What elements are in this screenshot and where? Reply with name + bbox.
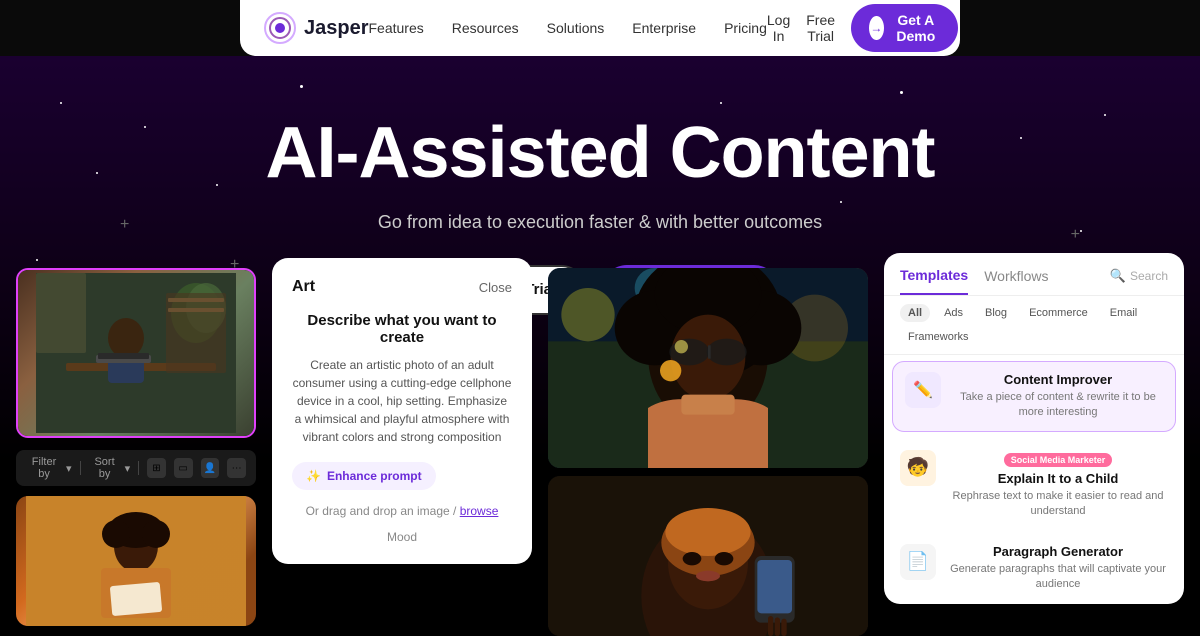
- free-trial-nav-button[interactable]: Free Trial: [806, 12, 835, 44]
- arrow-icon: →: [869, 16, 884, 40]
- center-photo-woman-phone: [548, 476, 868, 636]
- photo-toolbar: Filter by ▾ Sort by ▾ ⊞ ▭ 👤 ⋯: [16, 450, 256, 486]
- search-area[interactable]: 🔍 Search: [1110, 268, 1168, 294]
- filter-all[interactable]: All: [900, 304, 930, 322]
- center-photos: [548, 268, 868, 636]
- logo-text: Jasper: [304, 17, 369, 40]
- template-content-improver[interactable]: ✏️ Content Improver Take a piece of cont…: [892, 361, 1176, 432]
- drag-drop-area[interactable]: Or drag and drop an image / browse: [292, 504, 512, 518]
- tab-workflows[interactable]: Workflows: [984, 268, 1048, 294]
- stock-column: Filter by ▾ Sort by ▾ ⊞ ▭ 👤 ⋯: [16, 268, 256, 626]
- get-demo-nav-button[interactable]: → Get A Demo: [851, 4, 958, 52]
- stock-photo-man: [16, 268, 256, 438]
- login-button[interactable]: Log In: [767, 12, 790, 44]
- template-explain-child-text: Social Media Marketer Explain It to a Ch…: [948, 450, 1168, 520]
- filter-blog[interactable]: Blog: [977, 304, 1015, 322]
- navbar-actions: Log In Free Trial → Get A Demo: [767, 4, 958, 52]
- art-prompt-label: Describe what you want to create: [292, 312, 512, 346]
- art-card: Art Close Describe what you want to crea…: [272, 258, 532, 564]
- nav-solutions[interactable]: Solutions: [547, 20, 605, 36]
- stock-photo-woman: [16, 496, 256, 626]
- enhance-prompt-button[interactable]: ✨ Enhance prompt: [292, 462, 436, 490]
- nav-enterprise[interactable]: Enterprise: [632, 20, 696, 36]
- filter-by-btn[interactable]: Filter by ▾: [26, 456, 72, 480]
- templates-panel: Templates Workflows 🔍 Search All Ads Blo…: [884, 253, 1184, 604]
- social-media-badge: Social Media Marketer: [1004, 453, 1113, 467]
- tab-templates[interactable]: Templates: [900, 267, 968, 295]
- templates-header: Templates Workflows 🔍 Search: [884, 253, 1184, 296]
- user-icon[interactable]: 👤: [201, 458, 220, 478]
- art-card-header: Art Close: [292, 278, 512, 296]
- paragraph-template-icon: 📄: [900, 544, 936, 580]
- search-icon: 🔍: [1110, 268, 1126, 284]
- sort-by-btn[interactable]: Sort by ▾: [89, 456, 131, 480]
- art-prompt-text: Create an artistic photo of an adult con…: [292, 356, 512, 446]
- logo[interactable]: Jasper: [264, 12, 369, 44]
- template-paragraph-text: Paragraph Generator Generate paragraphs …: [948, 544, 1168, 593]
- center-photo-woman-afro: [548, 268, 868, 468]
- cards-row: Filter by ▾ Sort by ▾ ⊞ ▭ 👤 ⋯: [0, 268, 1200, 636]
- hero-title: AI-Assisted Content: [0, 116, 1200, 192]
- filter-frameworks[interactable]: Frameworks: [900, 328, 977, 346]
- browse-link[interactable]: browse: [460, 504, 499, 518]
- filter-email[interactable]: Email: [1102, 304, 1146, 322]
- hero-section: + + + + + + AI-Assisted Content Go from …: [0, 56, 1200, 636]
- toolbar-divider-1: [80, 461, 81, 475]
- filter-ecommerce[interactable]: Ecommerce: [1021, 304, 1096, 322]
- more-icon[interactable]: ⋯: [227, 458, 246, 478]
- wand-template-icon: ✏️: [905, 372, 941, 408]
- navbar-links: Features Resources Solutions Enterprise …: [369, 20, 767, 36]
- nav-resources[interactable]: Resources: [452, 20, 519, 36]
- calendar-icon[interactable]: ▭: [174, 458, 193, 478]
- wand-icon: ✨: [306, 469, 321, 483]
- art-card-title: Art: [292, 278, 315, 296]
- grid-icon[interactable]: ⊞: [147, 458, 166, 478]
- child-template-icon: 🧒: [900, 450, 936, 486]
- template-content-improver-text: Content Improver Take a piece of content…: [953, 372, 1163, 421]
- art-card-mood-label: Mood: [292, 530, 512, 544]
- stock-photo-woman-img: [16, 496, 256, 626]
- toolbar-divider-2: [138, 461, 139, 475]
- navbar: Jasper Features Resources Solutions Ente…: [240, 0, 960, 56]
- hero-subtitle: Go from idea to execution faster & with …: [0, 212, 1200, 233]
- template-paragraph-generator[interactable]: 📄 Paragraph Generator Generate paragraph…: [884, 532, 1184, 605]
- art-card-close-button[interactable]: Close: [479, 280, 512, 295]
- filter-ads[interactable]: Ads: [936, 304, 971, 322]
- filter-bar: All Ads Blog Ecommerce Email Frameworks: [884, 296, 1184, 355]
- nav-features[interactable]: Features: [369, 20, 424, 36]
- template-explain-child[interactable]: 🧒 Social Media Marketer Explain It to a …: [884, 438, 1184, 532]
- nav-pricing[interactable]: Pricing: [724, 20, 767, 36]
